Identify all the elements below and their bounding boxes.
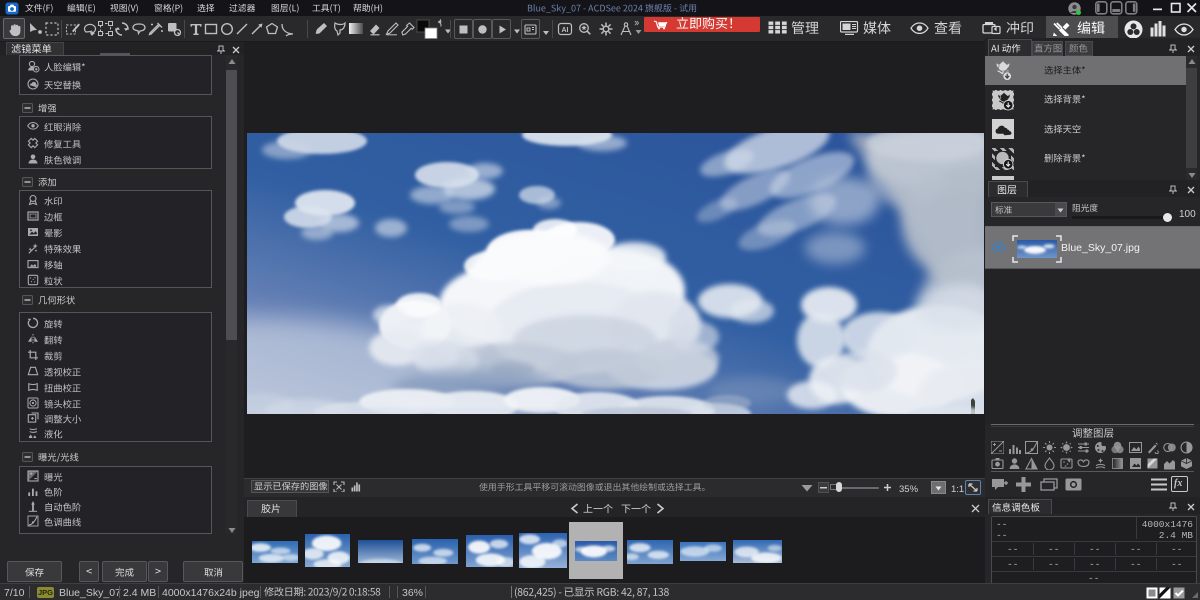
svg-text:AI: AI xyxy=(562,27,569,34)
